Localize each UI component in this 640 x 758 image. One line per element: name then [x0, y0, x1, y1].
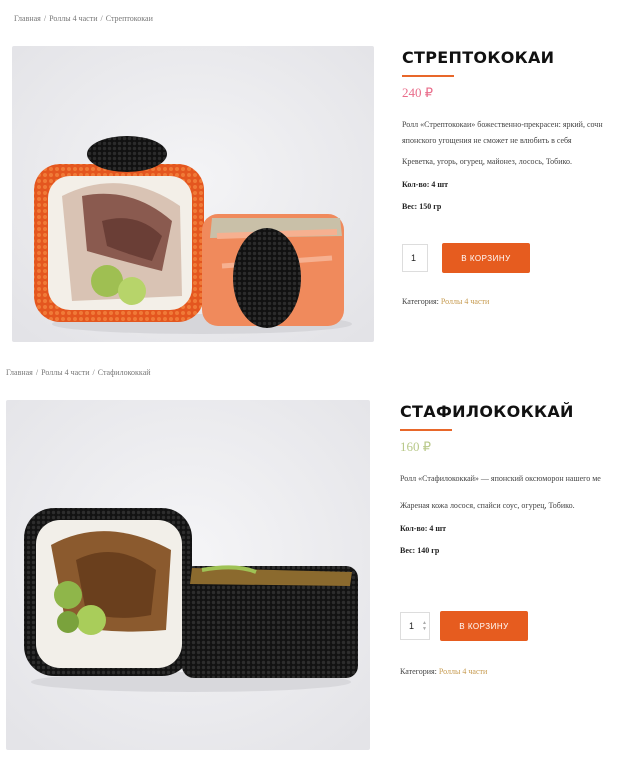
product-ingredients: Жареная кожа лосося, спайси соус, огурец… — [400, 501, 575, 510]
quantity-stepper[interactable]: 1 — [402, 244, 428, 272]
title-underline — [402, 75, 454, 77]
breadcrumb-separator: / — [92, 368, 95, 377]
category-link[interactable]: Роллы 4 части — [439, 667, 487, 676]
breadcrumb-home[interactable]: Главная — [6, 368, 33, 377]
product-description: Ролл «Стрептококаи» божественно-прекрасе… — [402, 115, 603, 151]
breadcrumb-separator: / — [35, 368, 39, 377]
description-line: Ролл «Стафилококкай» — японский оксюморо… — [400, 474, 601, 483]
product-price: 240 ₽ — [402, 85, 434, 100]
product-quantity-info: Кол-во: 4 шт — [402, 180, 449, 189]
product-image[interactable] — [6, 400, 370, 750]
product-ingredients: Креветка, угорь, огурец, майонез, лосось… — [402, 157, 573, 166]
sushi-roll-black-tobiko-image — [6, 400, 370, 750]
quantity-stepper[interactable]: 1 ▲ ▼ — [400, 612, 430, 640]
breadcrumb-category[interactable]: Роллы 4 части — [41, 368, 89, 377]
quantity-value[interactable]: 1 — [409, 621, 414, 631]
breadcrumb: Главная / Роллы 4 части / Стафилококкай — [6, 368, 151, 377]
product-description: Ролл «Стафилококкай» — японский оксюморо… — [400, 469, 601, 489]
product-info: СТАФИЛОКОККАЙ 160 ₽ Ролл «Стафилококкай»… — [400, 402, 601, 676]
product-info: СТРЕПТОКОКАИ 240 ₽ Ролл «Стрептококаи» б… — [402, 48, 603, 306]
add-to-cart-button[interactable]: В КОРЗИНУ — [442, 243, 530, 273]
category-label: Категория: — [400, 667, 437, 676]
breadcrumb-home[interactable]: Главная — [14, 14, 41, 23]
purchase-controls: 1 ▲ ▼ В КОРЗИНУ — [400, 611, 601, 641]
title-underline — [400, 429, 452, 431]
breadcrumb-separator: / — [43, 14, 47, 23]
breadcrumb-separator: / — [100, 14, 103, 23]
breadcrumb: Главная / Роллы 4 части / Стрептококаи — [14, 14, 153, 23]
breadcrumb-current: Стрептококаи — [105, 14, 153, 23]
product-title: СТАФИЛОКОККАЙ — [400, 402, 574, 421]
product-quantity-info: Кол-во: 4 шт — [400, 524, 447, 533]
product-image[interactable] — [12, 46, 374, 342]
stepper-arrows-icon[interactable]: ▲ ▼ — [422, 620, 427, 632]
breadcrumb-category[interactable]: Роллы 4 части — [49, 14, 97, 23]
product-weight-info: Вес: 150 гр — [402, 202, 442, 211]
product-category: Категория: Роллы 4 части — [402, 297, 603, 306]
product-title: СТРЕПТОКОКАИ — [402, 48, 555, 67]
purchase-controls: 1 В КОРЗИНУ — [402, 243, 603, 273]
sushi-roll-salmon-image — [12, 46, 374, 342]
product-price: 160 ₽ — [400, 439, 432, 454]
product-weight-info: Вес: 140 гр — [400, 546, 440, 555]
product-category: Категория: Роллы 4 части — [400, 667, 601, 676]
add-to-cart-button[interactable]: В КОРЗИНУ — [440, 611, 528, 641]
breadcrumb-current: Стафилококкай — [97, 368, 151, 377]
quantity-value[interactable]: 1 — [411, 253, 416, 263]
category-link[interactable]: Роллы 4 части — [441, 297, 489, 306]
category-label: Категория: — [402, 297, 439, 306]
